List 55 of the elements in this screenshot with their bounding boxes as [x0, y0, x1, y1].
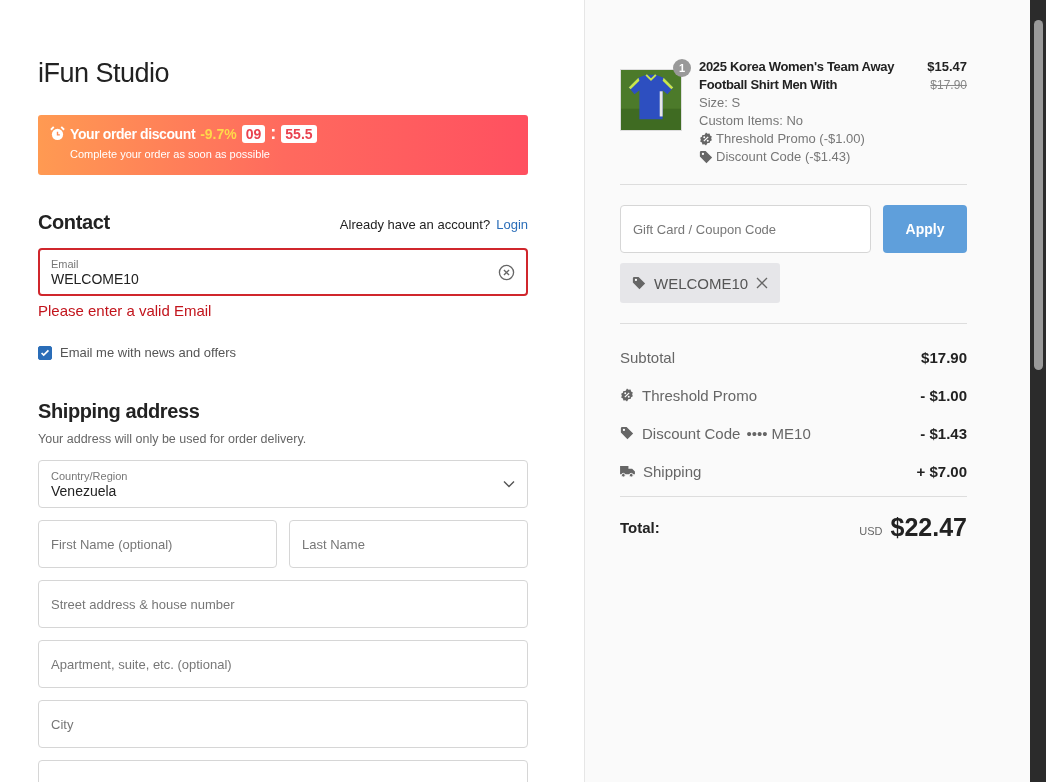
product-price: $15.47	[927, 58, 967, 76]
timer-separator: :	[270, 123, 277, 144]
currency-code: USD	[859, 524, 883, 537]
alarm-clock-icon	[50, 126, 65, 141]
email-field[interactable]: Email WELCOME10	[38, 248, 528, 296]
tag-icon	[632, 276, 646, 290]
discount-line: Discount Code (-$1.43)	[716, 148, 851, 166]
input-field[interactable]: Street address & house number	[38, 580, 528, 628]
input-field[interactable]: Last Name	[289, 520, 528, 568]
summary-value: $17.90	[921, 348, 967, 366]
timer-minutes: 09	[241, 124, 266, 143]
original-price: $17.90	[930, 77, 967, 94]
product-option: Size: S	[699, 94, 911, 112]
banner-subtitle: Complete your order as soon as possible	[70, 148, 270, 160]
discount-line: Threshold Promo (-$1.00)	[716, 130, 865, 148]
timer-seconds: 55.5	[281, 124, 317, 143]
input-field[interactable]: First Name (optional)	[38, 520, 277, 568]
section-heading: Shipping address	[38, 400, 201, 423]
tag-icon	[620, 426, 634, 440]
summary-value: - $1.43	[920, 424, 967, 442]
summary-label: Shipping	[643, 462, 702, 480]
checkbox[interactable]	[38, 345, 52, 360]
discount-percent: -9.7%	[200, 125, 237, 142]
country-select[interactable]: Country/Region Venezuela	[38, 460, 528, 508]
badge-icon	[699, 132, 713, 146]
product-option: Custom Items: No	[699, 112, 911, 130]
section-heading: Contact	[38, 211, 110, 234]
apply-button[interactable]: Apply	[883, 205, 967, 253]
summary-value: + $7.00	[916, 462, 967, 480]
quantity-badge: 1	[673, 59, 691, 77]
checkbox-label: Email me with news and offers	[60, 345, 237, 360]
discount-label: Your order discount	[70, 125, 196, 142]
coupon-code: WELCOME10	[654, 274, 749, 292]
clear-icon[interactable]	[498, 263, 515, 281]
close-icon[interactable]	[756, 277, 769, 289]
input-field[interactable]: City	[38, 700, 528, 748]
login-link[interactable]: Login	[496, 217, 528, 232]
tag-icon	[699, 150, 713, 164]
summary-label: Discount Code •••• ME10	[642, 424, 811, 442]
scrollbar[interactable]	[1030, 0, 1046, 782]
badge-icon	[620, 388, 634, 402]
coupon-field[interactable]: Gift Card / Coupon Code	[620, 205, 871, 253]
address-note: Your address will only be used for order delivery.	[38, 432, 307, 446]
total-amount: $22.47	[890, 513, 967, 542]
input-field[interactable]: Apartment, suite, etc. (optional)	[38, 640, 528, 688]
truck-icon	[620, 464, 635, 478]
summary-value: - $1.00	[920, 386, 967, 404]
summary-label: Threshold Promo	[642, 386, 758, 404]
account-prompt: Already have an account? Login	[339, 217, 528, 232]
summary-label: Subtotal	[620, 348, 676, 366]
product-title[interactable]: 2025 Korea Women's Team Away Football Shirt Men With	[699, 58, 911, 94]
store-name: iFun Studio	[38, 58, 171, 89]
error-message: Please enter a valid Email	[38, 302, 213, 319]
total-label: Total:	[620, 519, 661, 536]
chevron-down-icon	[503, 480, 515, 488]
